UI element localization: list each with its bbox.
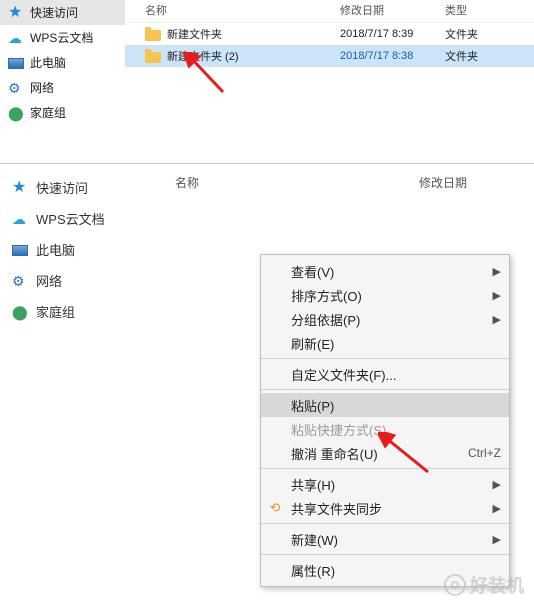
sidebar-item-quick-access[interactable]: ★ 快速访问: [0, 172, 135, 203]
menu-item-group[interactable]: 分组依据(P)▶: [261, 307, 509, 331]
sidebar-item-wps-cloud[interactable]: ☁ WPS云文档: [0, 25, 125, 50]
watermark-icon: [444, 574, 466, 596]
sidebar-label: 此电脑: [36, 240, 75, 259]
col-type[interactable]: 类型: [445, 2, 534, 18]
menu-item-undo-rename[interactable]: 撤消 重命名(U)Ctrl+Z: [261, 441, 509, 465]
menu-separator: [261, 554, 509, 555]
menu-item-new[interactable]: 新建(W)▶: [261, 527, 509, 551]
col-date[interactable]: 修改日期: [419, 174, 467, 191]
menu-item-share[interactable]: 共享(H)▶: [261, 472, 509, 496]
menu-item-customize-folder[interactable]: 自定义文件夹(F)...: [261, 362, 509, 386]
menu-item-view[interactable]: 查看(V)▶: [261, 259, 509, 283]
file-list-1: 名称 修改日期 类型 新建文件夹 2018/7/17 8:39 文件夹 新建文件…: [125, 0, 534, 67]
sidebar-2: ★ 快速访问 ☁ WPS云文档 此电脑 ⚙ 网络 ⬤ 家庭组: [0, 172, 135, 327]
file-name: 新建文件夹 (2): [167, 48, 239, 64]
watermark: 好装机: [444, 572, 524, 598]
context-menu: 查看(V)▶ 排序方式(O)▶ 分组依据(P)▶ 刷新(E) 自定义文件夹(F)…: [260, 254, 510, 587]
chevron-right-icon: ▶: [493, 502, 501, 515]
menu-item-paste-shortcut: 粘贴快捷方式(S): [261, 417, 509, 441]
homegroup-icon: ⬤: [8, 105, 24, 121]
chevron-right-icon: ▶: [493, 533, 501, 546]
chevron-right-icon: ▶: [493, 313, 501, 326]
menu-item-refresh[interactable]: 刷新(E): [261, 331, 509, 355]
sidebar-item-network[interactable]: ⚙ 网络: [0, 265, 135, 296]
sidebar-item-quick-access[interactable]: ★ 快速访问: [0, 0, 125, 25]
menu-separator: [261, 468, 509, 469]
sync-icon: ⟲: [267, 500, 283, 516]
chevron-right-icon: ▶: [493, 289, 501, 302]
chevron-right-icon: ▶: [493, 478, 501, 491]
sidebar-label: 网络: [30, 79, 54, 96]
file-type: 文件夹: [445, 26, 534, 42]
file-date: 2018/7/17 8:38: [340, 50, 445, 62]
star-icon: ★: [8, 5, 24, 21]
col-name[interactable]: 名称: [175, 174, 199, 191]
folder-icon: [145, 52, 161, 63]
sidebar-label: 此电脑: [30, 54, 66, 71]
menu-item-paste[interactable]: 粘贴(P): [261, 393, 509, 417]
menu-shortcut: Ctrl+Z: [468, 446, 501, 460]
sidebar-item-network[interactable]: ⚙ 网络: [0, 75, 125, 100]
cloud-icon: ☁: [8, 30, 24, 46]
file-row-selected[interactable]: 新建文件夹 (2) 2018/7/17 8:38 文件夹: [125, 45, 534, 67]
network-icon: ⚙: [8, 80, 24, 96]
menu-separator: [261, 523, 509, 524]
network-icon: ⚙: [12, 273, 28, 289]
sidebar-label: 家庭组: [30, 104, 66, 121]
pc-icon: [8, 58, 24, 69]
sidebar-item-this-pc[interactable]: 此电脑: [0, 50, 125, 75]
menu-separator: [261, 389, 509, 390]
chevron-right-icon: ▶: [493, 265, 501, 278]
sidebar-label: 快速访问: [30, 4, 78, 21]
file-name: 新建文件夹: [167, 26, 222, 42]
sidebar-label: 快速访问: [36, 178, 88, 197]
sidebar-item-wps-cloud[interactable]: ☁ WPS云文档: [0, 203, 135, 234]
sidebar-label: 家庭组: [36, 302, 75, 321]
col-name[interactable]: 名称: [125, 2, 340, 18]
sidebar-item-homegroup[interactable]: ⬤ 家庭组: [0, 296, 135, 327]
file-date: 2018/7/17 8:39: [340, 28, 445, 40]
sidebar-label: WPS云文档: [30, 29, 93, 46]
cloud-icon: ☁: [12, 211, 28, 227]
sidebar-item-homegroup[interactable]: ⬤ 家庭组: [0, 100, 125, 125]
file-list-2: 名称 修改日期: [135, 164, 534, 191]
star-icon: ★: [12, 180, 28, 196]
column-headers: 名称 修改日期 类型: [125, 0, 534, 23]
sidebar-1: ★ 快速访问 ☁ WPS云文档 此电脑 ⚙ 网络 ⬤ 家庭组: [0, 0, 125, 125]
watermark-text: 好装机: [470, 572, 524, 598]
screenshot-gap: [0, 135, 534, 163]
pc-icon: [12, 245, 28, 256]
menu-item-share-sync[interactable]: ⟲共享文件夹同步▶: [261, 496, 509, 520]
explorer-panel-2: ★ 快速访问 ☁ WPS云文档 此电脑 ⚙ 网络 ⬤ 家庭组 名称 修改日期 查…: [0, 163, 534, 606]
homegroup-icon: ⬤: [12, 304, 28, 320]
file-type: 文件夹: [445, 48, 534, 64]
menu-separator: [261, 358, 509, 359]
sidebar-item-this-pc[interactable]: 此电脑: [0, 234, 135, 265]
explorer-panel-1: ★ 快速访问 ☁ WPS云文档 此电脑 ⚙ 网络 ⬤ 家庭组 名称 修改日期 类…: [0, 0, 534, 135]
sidebar-label: WPS云文档: [36, 209, 105, 228]
column-headers-2: 名称 修改日期: [135, 174, 534, 191]
folder-icon: [145, 30, 161, 41]
menu-item-sort[interactable]: 排序方式(O)▶: [261, 283, 509, 307]
sidebar-label: 网络: [36, 271, 62, 290]
file-row[interactable]: 新建文件夹 2018/7/17 8:39 文件夹: [125, 23, 534, 45]
col-date[interactable]: 修改日期: [340, 2, 445, 18]
